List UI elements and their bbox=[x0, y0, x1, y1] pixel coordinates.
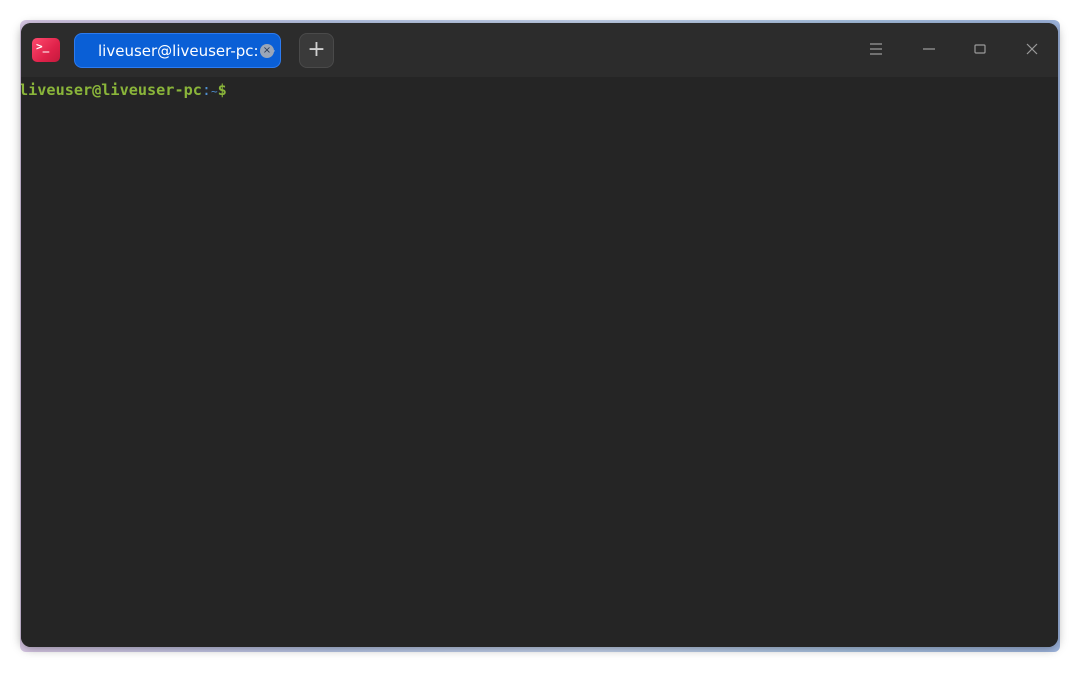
terminal-area[interactable]: liveuser@liveuser-pc:~$ bbox=[21, 77, 1058, 647]
minimize-icon bbox=[923, 48, 935, 50]
tab-label: liveuser@liveuser-pc: ~ bbox=[98, 42, 276, 60]
prompt-colon: : bbox=[201, 81, 212, 99]
tab-terminal-session[interactable]: liveuser@liveuser-pc: ~ × bbox=[74, 33, 281, 68]
minimize-button[interactable] bbox=[916, 37, 942, 63]
new-tab-button[interactable]: + bbox=[299, 33, 334, 68]
close-icon bbox=[1026, 43, 1038, 55]
prompt-user-host: liveuser@liveuser-pc bbox=[21, 81, 202, 99]
plus-icon: + bbox=[307, 37, 326, 62]
maximize-icon bbox=[974, 44, 986, 54]
maximize-button[interactable] bbox=[967, 37, 993, 63]
titlebar[interactable]: >_ liveuser@liveuser-pc: ~ × + bbox=[21, 23, 1058, 77]
prompt-path: ~ bbox=[211, 85, 218, 98]
menu-button[interactable] bbox=[863, 37, 889, 63]
desktop: >_ liveuser@liveuser-pc: ~ × + liveuser@… bbox=[0, 0, 1080, 673]
close-button[interactable] bbox=[1019, 37, 1045, 63]
terminal-window: >_ liveuser@liveuser-pc: ~ × + liveuser@… bbox=[21, 23, 1058, 647]
prompt-symbol: $ bbox=[217, 81, 227, 99]
hamburger-menu-icon bbox=[870, 43, 882, 55]
close-circle-icon[interactable]: × bbox=[260, 44, 274, 58]
prompt-line: liveuser@liveuser-pc:~$ bbox=[21, 80, 227, 102]
terminal-icon: >_ bbox=[32, 38, 60, 62]
